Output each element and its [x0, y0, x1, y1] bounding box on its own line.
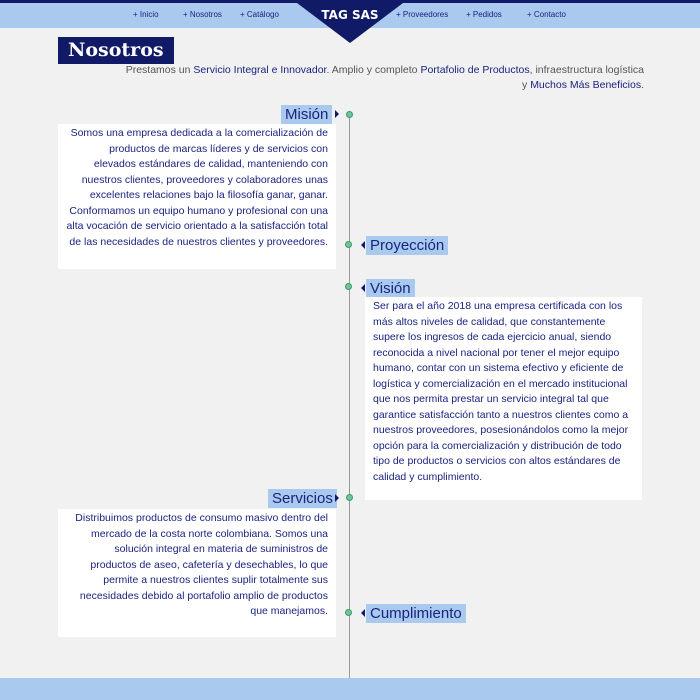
timeline-dot-cumplimiento — [345, 609, 352, 616]
logo[interactable]: TAG SAS — [297, 8, 403, 22]
timeline-label-cumplimiento: Cumplimiento — [366, 604, 466, 623]
intro-segment: . — [641, 79, 644, 91]
nav-contacto[interactable]: + Contacto — [527, 10, 566, 19]
timeline-axis — [349, 112, 350, 678]
nav-proveedores[interactable]: + Proveedores — [396, 10, 448, 19]
nav-inicio[interactable]: + Inicio — [133, 10, 159, 19]
intro-segment: . Amplio y completo — [326, 64, 421, 76]
arrow-right-icon — [335, 494, 339, 502]
timeline-label-proyeccion: Proyección — [366, 236, 449, 255]
arrow-left-icon — [361, 284, 365, 292]
nav-pedidos[interactable]: + Pedidos — [466, 10, 502, 19]
card-mision: Somos una empresa dedicada a la comercia… — [58, 124, 336, 269]
intro-highlight: Portafolio de Productos — [420, 64, 530, 76]
timeline-dot-vision — [345, 283, 352, 290]
arrow-right-icon — [335, 110, 339, 118]
timeline-dot-proyeccion — [345, 241, 352, 248]
nav-nosotros[interactable]: + Nosotros — [183, 10, 222, 19]
intro-segment: Prestamos un — [125, 64, 194, 76]
timeline-dot-mision — [346, 111, 353, 118]
nav-catalogo[interactable]: + Catálogo — [240, 10, 279, 19]
page-title: Nosotros — [58, 37, 174, 64]
card-servicios: Distribuimos productos de consumo masivo… — [58, 509, 336, 637]
intro-highlight: Servicio Integral e Innovador — [193, 64, 327, 76]
timeline-label-mision: Misión — [281, 105, 333, 124]
intro-highlight: Muchos Más Beneficios — [530, 79, 642, 91]
timeline-dot-servicios — [346, 494, 353, 501]
intro-text: Prestamos un Servicio Integral e Innovad… — [120, 63, 644, 93]
arrow-left-icon — [361, 241, 365, 249]
footer-bar — [0, 678, 700, 700]
card-vision: Ser para el año 2018 una empresa certifi… — [365, 297, 642, 500]
timeline-label-vision: Visión — [366, 279, 415, 298]
timeline-label-servicios: Servicios — [268, 489, 337, 508]
arrow-left-icon — [361, 609, 365, 617]
